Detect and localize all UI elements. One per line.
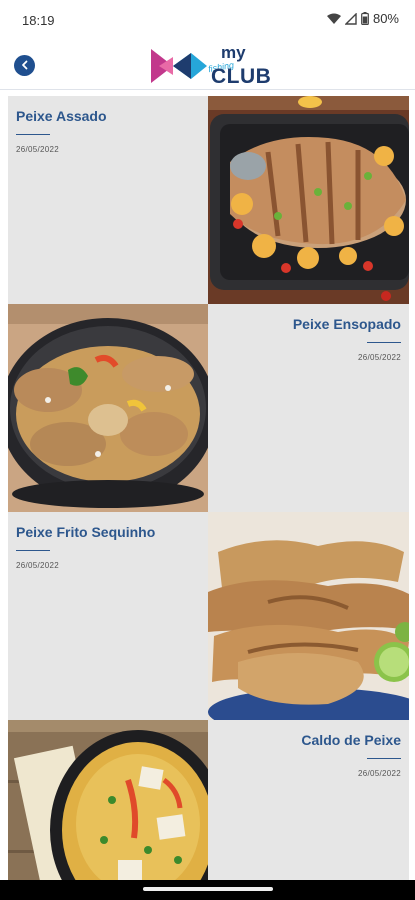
recipe-card-peixe-ensopado[interactable]: Peixe Ensopado 26/05/2022 [208, 304, 409, 512]
app-header: my fishing CLUB [0, 40, 415, 90]
recipe-photo-caldo-de-peixe[interactable] [8, 720, 208, 900]
recipe-grid: Peixe Assado 26/05/2022 Peixe Ensopado 2… [8, 96, 409, 900]
status-bar: 18:19 80% [0, 0, 415, 40]
chevron-left-icon [20, 57, 30, 75]
logo-my-text: my [221, 43, 246, 62]
recipe-row: Caldo de Peixe 26/05/2022 [8, 720, 409, 900]
recipe-date: 26/05/2022 [16, 145, 60, 154]
recipe-photo-peixe-frito-sequinho[interactable] [208, 512, 409, 720]
signal-icon [344, 12, 357, 25]
recipe-title: Caldo de Peixe [301, 732, 401, 748]
my-fishing-club-logo: my fishing CLUB [151, 43, 272, 88]
recipe-photo-peixe-ensopado[interactable] [8, 304, 208, 512]
recipe-row: Peixe Frito Sequinho 26/05/2022 [8, 512, 409, 720]
system-navigation-bar [0, 880, 415, 900]
title-divider [16, 550, 50, 551]
recipe-title: Peixe Assado [16, 108, 107, 124]
home-gesture-handle[interactable] [143, 887, 273, 891]
recipe-photo-peixe-assado[interactable] [208, 96, 409, 304]
title-divider [367, 342, 401, 343]
logo-mark-icon [151, 49, 207, 83]
recipe-card-peixe-frito-sequinho[interactable]: Peixe Frito Sequinho 26/05/2022 [8, 512, 208, 720]
status-time: 18:19 [22, 13, 55, 28]
recipe-date: 26/05/2022 [357, 769, 401, 778]
title-divider [16, 134, 50, 135]
recipe-card-peixe-assado[interactable]: Peixe Assado 26/05/2022 [8, 96, 208, 304]
title-divider [367, 758, 401, 759]
recipe-row: Peixe Ensopado 26/05/2022 [8, 304, 409, 512]
battery-percent: 80% [372, 11, 399, 26]
back-button[interactable] [14, 55, 35, 76]
recipe-row: Peixe Assado 26/05/2022 [8, 96, 409, 304]
wifi-icon [326, 13, 341, 25]
logo-club-text: CLUB [211, 65, 272, 88]
recipe-card-caldo-de-peixe[interactable]: Caldo de Peixe 26/05/2022 [208, 720, 409, 900]
recipe-title: Peixe Frito Sequinho [16, 524, 156, 540]
recipe-title: Peixe Ensopado [292, 316, 401, 332]
battery-icon [361, 12, 369, 25]
recipe-date: 26/05/2022 [357, 353, 401, 362]
status-icons: 80% [326, 11, 399, 26]
recipe-date: 26/05/2022 [16, 561, 60, 570]
